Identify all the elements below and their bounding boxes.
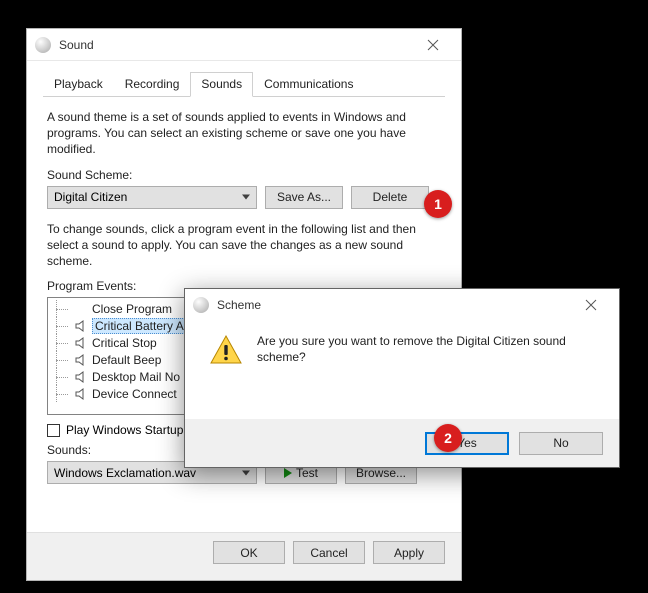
- delete-button[interactable]: Delete: [351, 186, 429, 209]
- scheme-message: Are you sure you want to remove the Digi…: [257, 331, 601, 405]
- sounds-value: Windows Exclamation.wav: [54, 466, 196, 480]
- tab-playback[interactable]: Playback: [43, 72, 114, 97]
- sound-footer: OK Cancel Apply: [27, 532, 461, 580]
- close-button[interactable]: [571, 289, 611, 321]
- scheme-app-icon: [193, 297, 209, 313]
- cancel-button[interactable]: Cancel: [293, 541, 365, 564]
- speaker-icon: [74, 387, 88, 401]
- change-description: To change sounds, click a program event …: [47, 221, 441, 270]
- speaker-icon: [74, 302, 88, 316]
- play-icon: [284, 468, 292, 478]
- speaker-icon: [74, 336, 88, 350]
- speaker-icon: [74, 353, 88, 367]
- close-icon: [585, 299, 597, 311]
- ok-button[interactable]: OK: [213, 541, 285, 564]
- annotation-badge-2: 2: [434, 424, 462, 452]
- scheme-dialog: Scheme Are you sure you want to remove t…: [184, 288, 620, 468]
- tab-communications[interactable]: Communications: [253, 72, 364, 97]
- startup-checkbox-label: Play Windows Startup: [66, 423, 183, 437]
- scheme-value: Digital Citizen: [54, 190, 127, 204]
- chevron-down-icon: [242, 195, 250, 200]
- tab-sounds[interactable]: Sounds: [190, 72, 253, 97]
- scheme-body: Are you sure you want to remove the Digi…: [185, 321, 619, 419]
- sound-app-icon: [35, 37, 51, 53]
- scheme-titlebar: Scheme: [185, 289, 619, 321]
- annotation-badge-1: 1: [424, 190, 452, 218]
- scheme-label: Sound Scheme:: [47, 168, 441, 182]
- sound-titlebar: Sound: [27, 29, 461, 61]
- tabs: Playback Recording Sounds Communications: [43, 71, 445, 97]
- close-button[interactable]: [413, 29, 453, 60]
- sound-title: Sound: [59, 38, 413, 52]
- scheme-row: Digital Citizen Save As... Delete: [47, 186, 441, 209]
- close-icon: [427, 39, 439, 51]
- tab-recording[interactable]: Recording: [114, 72, 191, 97]
- chevron-down-icon: [242, 470, 250, 475]
- scheme-footer: Yes No: [185, 419, 619, 467]
- apply-button[interactable]: Apply: [373, 541, 445, 564]
- no-button[interactable]: No: [519, 432, 603, 455]
- theme-description: A sound theme is a set of sounds applied…: [47, 109, 441, 158]
- scheme-combobox[interactable]: Digital Citizen: [47, 186, 257, 209]
- speaker-icon: [74, 319, 88, 333]
- warning-icon: [209, 333, 243, 367]
- checkbox-icon[interactable]: [47, 424, 60, 437]
- scheme-title: Scheme: [217, 298, 571, 312]
- save-as-button[interactable]: Save As...: [265, 186, 343, 209]
- speaker-icon: [74, 370, 88, 384]
